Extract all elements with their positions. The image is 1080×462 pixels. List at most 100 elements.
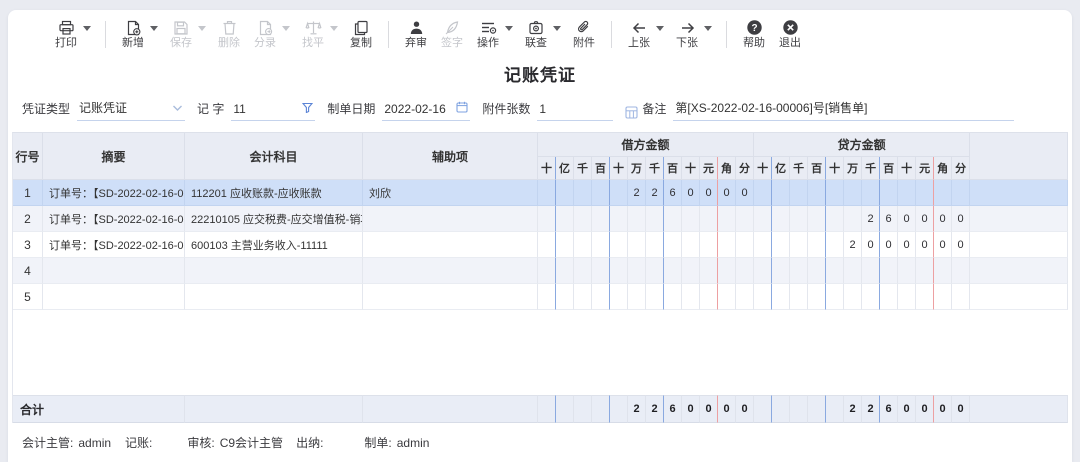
debit-digit-cell[interactable] <box>574 180 592 206</box>
prev-voucher-button[interactable]: 上张 <box>626 19 664 50</box>
debit-digit-cell[interactable] <box>700 258 718 284</box>
chevron-down-icon[interactable] <box>83 26 91 31</box>
debit-digit-cell[interactable] <box>538 206 556 232</box>
debit-digit-cell[interactable] <box>574 232 592 258</box>
debit-digit-cell[interactable] <box>592 180 610 206</box>
voucher-type-select[interactable]: 记账凭证 <box>77 99 185 121</box>
credit-digit-cell[interactable] <box>808 180 826 206</box>
credit-digit-cell[interactable]: 6 <box>880 206 898 232</box>
credit-digit-cell[interactable]: 2 <box>862 206 880 232</box>
debit-digit-cell[interactable] <box>664 232 682 258</box>
credit-digit-cell[interactable]: 0 <box>934 232 952 258</box>
debit-digit-cell[interactable] <box>736 232 754 258</box>
credit-digit-cell[interactable] <box>754 206 772 232</box>
credit-digit-cell[interactable] <box>826 206 844 232</box>
credit-digit-cell[interactable] <box>916 180 934 206</box>
credit-digit-cell[interactable] <box>790 232 808 258</box>
debit-digit-cell[interactable] <box>556 180 574 206</box>
debit-digit-cell[interactable] <box>718 258 736 284</box>
debit-digit-cell[interactable] <box>682 232 700 258</box>
cell-account[interactable]: 22210105 应交税费-应交增值税-销项税款 <box>185 206 363 232</box>
debit-digit-cell[interactable] <box>610 206 628 232</box>
debit-digit-cell[interactable] <box>736 284 754 310</box>
cell-row-no[interactable]: 5 <box>13 284 43 310</box>
credit-digit-cell[interactable]: 0 <box>898 206 916 232</box>
credit-digit-cell[interactable] <box>916 258 934 284</box>
debit-digit-cell[interactable] <box>718 232 736 258</box>
debit-digit-cell[interactable] <box>682 284 700 310</box>
credit-digit-cell[interactable] <box>844 258 862 284</box>
credit-digit-cell[interactable] <box>754 232 772 258</box>
debit-digit-cell[interactable] <box>628 232 646 258</box>
debit-digit-cell[interactable] <box>646 258 664 284</box>
credit-digit-cell[interactable] <box>898 180 916 206</box>
debit-digit-cell[interactable] <box>664 206 682 232</box>
debit-digit-cell[interactable] <box>592 232 610 258</box>
credit-digit-cell[interactable]: 0 <box>952 206 970 232</box>
credit-digit-cell[interactable] <box>862 284 880 310</box>
debit-digit-cell[interactable] <box>736 258 754 284</box>
credit-digit-cell[interactable] <box>844 206 862 232</box>
credit-digit-cell[interactable] <box>772 180 790 206</box>
grid-icon[interactable] <box>625 106 638 119</box>
debit-digit-cell[interactable] <box>538 180 556 206</box>
debit-digit-cell[interactable]: 2 <box>628 180 646 206</box>
debit-digit-cell[interactable] <box>700 232 718 258</box>
credit-digit-cell[interactable] <box>772 284 790 310</box>
credit-digit-cell[interactable] <box>826 180 844 206</box>
credit-digit-cell[interactable] <box>934 180 952 206</box>
credit-digit-cell[interactable] <box>808 206 826 232</box>
debit-digit-cell[interactable] <box>592 258 610 284</box>
credit-digit-cell[interactable] <box>790 206 808 232</box>
cell-auxiliary[interactable] <box>363 284 538 310</box>
debit-digit-cell[interactable] <box>682 206 700 232</box>
credit-digit-cell[interactable] <box>880 258 898 284</box>
credit-digit-cell[interactable] <box>916 284 934 310</box>
cell-account[interactable]: 600103 主营业务收入-11111 <box>185 232 363 258</box>
exit-button[interactable]: 退出 <box>777 19 803 50</box>
cell-auxiliary[interactable] <box>363 232 538 258</box>
cell-summary[interactable]: 订单号：【SD-2022-02-16-00003... <box>43 180 185 206</box>
credit-digit-cell[interactable] <box>898 258 916 284</box>
credit-digit-cell[interactable] <box>862 180 880 206</box>
table-row-5[interactable]: 5 <box>13 284 1068 310</box>
credit-digit-cell[interactable] <box>772 258 790 284</box>
cell-account[interactable] <box>185 284 363 310</box>
unapprove-button[interactable]: 弃审 <box>403 19 429 50</box>
help-button[interactable]: ?帮助 <box>741 19 767 50</box>
credit-digit-cell[interactable] <box>790 180 808 206</box>
credit-digit-cell[interactable] <box>790 258 808 284</box>
debit-digit-cell[interactable]: 0 <box>718 180 736 206</box>
debit-digit-cell[interactable] <box>538 232 556 258</box>
cell-account[interactable]: 112201 应收账款-应收账款 <box>185 180 363 206</box>
chevron-down-icon[interactable] <box>150 26 158 31</box>
debit-digit-cell[interactable] <box>556 232 574 258</box>
credit-digit-cell[interactable] <box>808 258 826 284</box>
debit-digit-cell[interactable] <box>646 206 664 232</box>
credit-digit-cell[interactable] <box>754 180 772 206</box>
credit-digit-cell[interactable] <box>880 180 898 206</box>
credit-digit-cell[interactable] <box>934 258 952 284</box>
cell-summary[interactable]: 订单号：【SD-2022-02-16-00003... <box>43 232 185 258</box>
debit-digit-cell[interactable] <box>556 284 574 310</box>
debit-digit-cell[interactable]: 0 <box>700 180 718 206</box>
credit-digit-cell[interactable] <box>862 258 880 284</box>
debit-digit-cell[interactable] <box>628 206 646 232</box>
calendar-icon[interactable] <box>456 101 468 116</box>
cell-account[interactable] <box>185 258 363 284</box>
debit-digit-cell[interactable] <box>736 206 754 232</box>
debit-digit-cell[interactable]: 6 <box>664 180 682 206</box>
credit-digit-cell[interactable]: 0 <box>934 206 952 232</box>
debit-digit-cell[interactable]: 0 <box>682 180 700 206</box>
credit-digit-cell[interactable] <box>826 258 844 284</box>
cell-summary[interactable]: 订单号：【SD-2022-02-16-00003... <box>43 206 185 232</box>
debit-digit-cell[interactable]: 0 <box>736 180 754 206</box>
debit-digit-cell[interactable] <box>574 284 592 310</box>
debit-digit-cell[interactable] <box>718 206 736 232</box>
table-row-4[interactable]: 4 <box>13 258 1068 284</box>
make-date-input[interactable]: 2022-02-16 <box>382 101 470 121</box>
credit-digit-cell[interactable] <box>826 232 844 258</box>
debit-digit-cell[interactable]: 2 <box>646 180 664 206</box>
cell-row-no[interactable]: 1 <box>13 180 43 206</box>
cell-row-no[interactable]: 4 <box>13 258 43 284</box>
